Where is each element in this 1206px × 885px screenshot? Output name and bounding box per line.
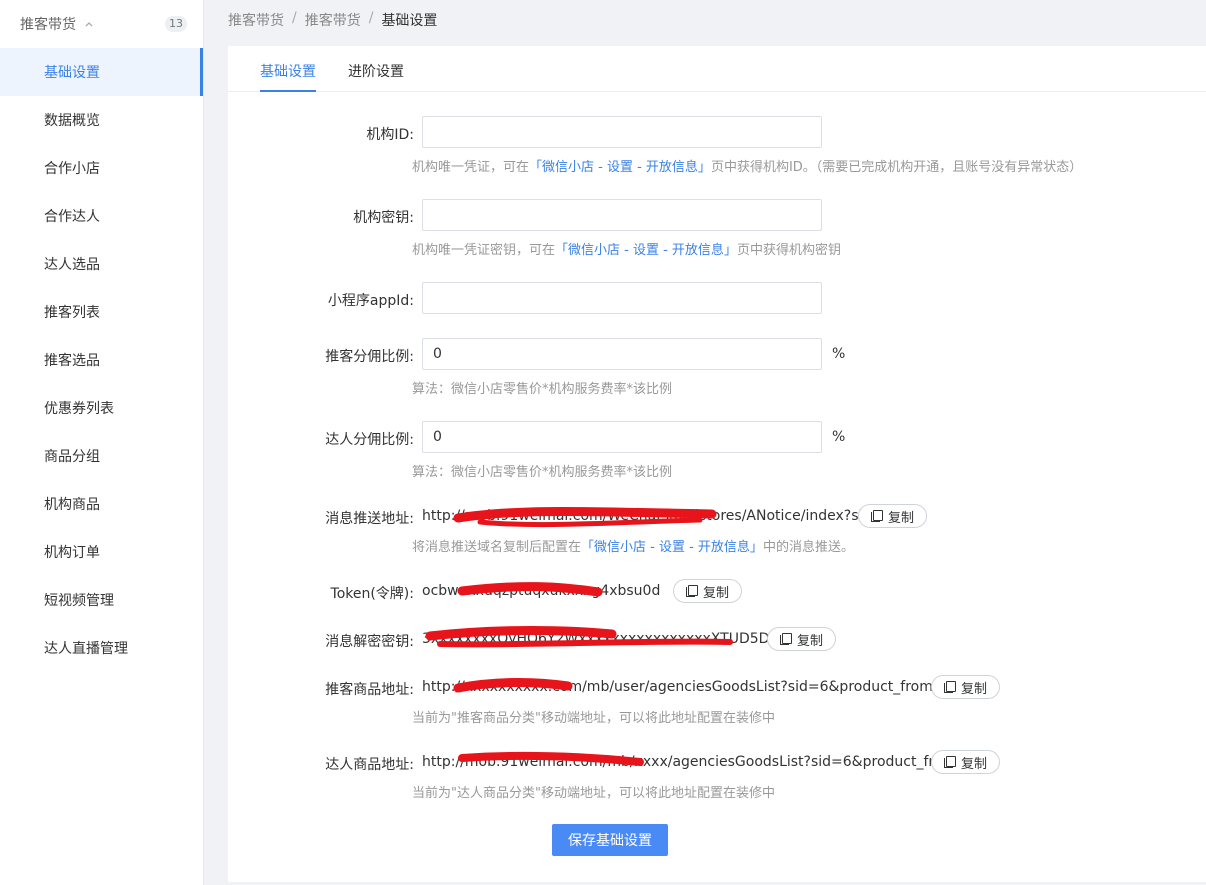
sidebar-item-goods-groups[interactable]: 商品分组 (0, 432, 203, 480)
sidebar-item-basic-settings[interactable]: 基础设置 (0, 48, 203, 96)
open-info-link[interactable]: 「微信小店 - 设置 - 开放信息」 (555, 243, 737, 258)
copy-label: 复制 (797, 633, 824, 649)
talent-ratio-input[interactable] (422, 421, 822, 453)
promoter-goods-url-help: 当前为"推客商品分类"移动端地址，可以将此地址配置在装修中 (412, 711, 775, 726)
breadcrumb: 推客带货 / 推客带货 / 基础设置 (228, 10, 437, 30)
sidebar-item-label: 推客选品 (44, 353, 100, 369)
sidebar-group-label: 推客带货 (20, 17, 76, 33)
sidebar-item-promoter-list[interactable]: 推客列表 (0, 288, 203, 336)
sidebar-item-label: 合作达人 (44, 209, 100, 225)
percent-suffix: % (832, 346, 846, 362)
breadcrumb-current: 基础设置 (381, 13, 438, 29)
talent-ratio-label: 达人分佣比例: (325, 432, 414, 448)
push-url-value: http://mob.91weimai.com/WeChatsmallstore… (422, 508, 892, 524)
org-secret-help: 机构唯一凭证密钥，可在「微信小店 - 设置 - 开放信息」页中获得机构密钥 (412, 243, 841, 258)
copy-talent-goods-url-button[interactable]: 复制 (931, 750, 1001, 774)
promoter-ratio-label: 推客分佣比例: (325, 349, 414, 365)
sidebar-item-label: 机构订单 (44, 545, 100, 561)
sidebar: 推客带货 13 基础设置 数据概览 合作小店 合作达人 达人选品 推客列表 推客… (0, 0, 204, 885)
push-url-help: 将消息推送域名复制后配置在「微信小店 - 设置 - 开放信息」中的消息推送。 (412, 540, 854, 555)
sidebar-item-label: 合作小店 (44, 161, 100, 177)
org-id-help: 机构唯一凭证，可在「微信小店 - 设置 - 开放信息」页中获得机构ID。（需要已… (412, 160, 1083, 175)
tab-advanced-settings[interactable]: 进阶设置 (348, 46, 404, 92)
promoter-goods-url-label: 推客商品地址: (325, 682, 414, 698)
settings-panel: 基础设置 进阶设置 机构ID: 机构唯一凭证，可在「微信小店 - 设置 - 开放… (228, 46, 1206, 882)
talent-goods-url-value: http://mob.91weimai.com/mb/xxxx/agencies… (422, 754, 977, 770)
open-info-link[interactable]: 「微信小店 - 设置 - 开放信息」 (529, 160, 711, 175)
copy-label: 复制 (961, 756, 988, 772)
sidebar-item-partner-talents[interactable]: 合作达人 (0, 192, 203, 240)
sidebar-item-coupon-list[interactable]: 优惠券列表 (0, 384, 203, 432)
sidebar-item-org-goods[interactable]: 机构商品 (0, 480, 203, 528)
sidebar-group-header[interactable]: 推客带货 13 (0, 0, 203, 48)
tab-basic-settings[interactable]: 基础设置 (260, 46, 316, 92)
chevron-up-icon (85, 22, 93, 27)
copy-label: 复制 (888, 510, 915, 526)
copy-label: 复制 (703, 585, 730, 601)
copy-icon (871, 510, 883, 522)
percent-suffix: % (832, 429, 846, 445)
sidebar-item-label: 基础设置 (44, 65, 100, 81)
sidebar-item-data-overview[interactable]: 数据概览 (0, 96, 203, 144)
copy-token-button[interactable]: 复制 (673, 579, 743, 603)
sidebar-group-count: 13 (165, 16, 187, 32)
appid-input[interactable] (422, 282, 822, 314)
promoter-ratio-help: 算法：微信小店零售价*机构服务费率*该比例 (412, 382, 673, 397)
copy-aes-key-button[interactable]: 复制 (767, 627, 837, 651)
sidebar-item-promoter-selection[interactable]: 推客选品 (0, 336, 203, 384)
copy-icon (686, 585, 698, 597)
sidebar-item-org-orders[interactable]: 机构订单 (0, 528, 203, 576)
talent-goods-url-label: 达人商品地址: (325, 757, 414, 773)
sidebar-item-label: 机构商品 (44, 497, 100, 513)
talent-goods-url-help: 当前为"达人商品分类"移动端地址，可以将此地址配置在装修中 (412, 786, 775, 801)
promoter-ratio-input[interactable] (422, 338, 822, 370)
breadcrumb-item[interactable]: 推客带货 (228, 10, 284, 30)
aes-key-label: 消息解密密钥: (325, 634, 414, 650)
sidebar-item-short-video[interactable]: 短视频管理 (0, 576, 203, 624)
save-basic-settings-button[interactable]: 保存基础设置 (552, 824, 668, 856)
sidebar-item-label: 达人直播管理 (44, 641, 128, 657)
sidebar-item-label: 商品分组 (44, 449, 100, 465)
sidebar-item-talent-live[interactable]: 达人直播管理 (0, 624, 203, 672)
copy-promoter-goods-url-button[interactable]: 复制 (931, 675, 1001, 699)
talent-ratio-help: 算法：微信小店零售价*机构服务费率*该比例 (412, 465, 673, 480)
tab-bar: 基础设置 进阶设置 (228, 46, 1206, 92)
copy-label: 复制 (961, 681, 988, 697)
sidebar-item-label: 达人选品 (44, 257, 100, 273)
push-url-label: 消息推送地址: (325, 511, 414, 527)
org-secret-input[interactable] (422, 199, 822, 231)
sidebar-item-label: 短视频管理 (44, 593, 114, 609)
breadcrumb-separator: / (368, 10, 374, 26)
org-secret-label: 机构密钥: (353, 210, 414, 226)
appid-label: 小程序appId: (327, 293, 414, 309)
promoter-goods-url-value: http://xxxxxxxxxx.com/mb/user/agenciesGo… (422, 679, 954, 695)
breadcrumb-separator: / (292, 10, 297, 26)
copy-icon (944, 681, 956, 693)
copy-icon (780, 633, 792, 645)
aes-key-value: 3xxxxxxxxOyHO6Y2WxxxxxxxxxxxxxxxxXTUD5D4 (422, 631, 779, 647)
sidebar-item-label: 数据概览 (44, 113, 100, 129)
open-info-link[interactable]: 「微信小店 - 设置 - 开放信息」 (581, 540, 763, 555)
token-value: ocbwnxxdqzptuqxukxxxg4xbsu0d (422, 583, 661, 599)
copy-push-url-button[interactable]: 复制 (858, 504, 928, 528)
sidebar-item-label: 优惠券列表 (44, 401, 114, 417)
copy-icon (944, 756, 956, 768)
sidebar-item-partner-shops[interactable]: 合作小店 (0, 144, 203, 192)
token-label: Token(令牌): (330, 586, 414, 602)
breadcrumb-item[interactable]: 推客带货 (305, 10, 361, 30)
org-id-label: 机构ID: (366, 127, 414, 143)
sidebar-item-talent-selection[interactable]: 达人选品 (0, 240, 203, 288)
sidebar-item-label: 推客列表 (44, 305, 100, 321)
org-id-input[interactable] (422, 116, 822, 148)
